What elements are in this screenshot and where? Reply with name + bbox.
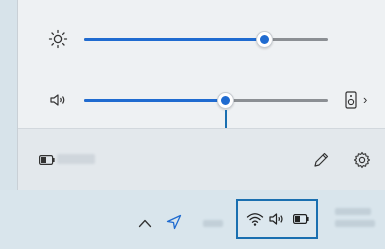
battery-icon[interactable]	[293, 213, 309, 225]
clock-blurred[interactable]	[335, 208, 375, 232]
speaker-device-icon[interactable]	[341, 90, 361, 110]
wifi-icon[interactable]	[246, 211, 264, 227]
battery-icon[interactable]	[39, 155, 55, 165]
volume-slider-thumb[interactable]	[217, 92, 235, 109]
speaker-icon[interactable]	[48, 90, 68, 110]
quick-settings-flyout: ›	[17, 0, 385, 190]
location-arrow-icon[interactable]	[166, 214, 182, 230]
brightness-slider-thumb[interactable]	[256, 31, 274, 48]
taskbar	[0, 190, 385, 249]
pencil-icon[interactable]	[312, 151, 330, 169]
volume-slider[interactable]	[84, 92, 328, 109]
chevron-up-icon[interactable]	[138, 218, 152, 228]
battery-percentage-blurred	[57, 154, 95, 164]
tray-item-blurred	[203, 220, 223, 227]
screen: ›	[0, 0, 385, 249]
quick-settings-sliders: ›	[18, 0, 385, 145]
system-tray-highlight[interactable]	[236, 199, 318, 239]
brightness-row	[18, 27, 385, 51]
brightness-slider[interactable]	[84, 31, 328, 48]
sun-icon	[48, 29, 68, 49]
volume-icon[interactable]	[268, 211, 286, 227]
gear-icon[interactable]	[353, 151, 371, 169]
output-select-chevron[interactable]: ›	[363, 92, 367, 107]
volume-row: ›	[18, 88, 385, 112]
